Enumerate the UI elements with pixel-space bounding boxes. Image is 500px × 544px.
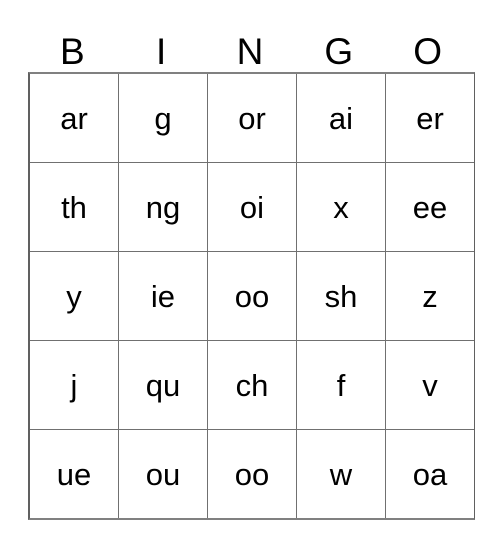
bingo-cell-r1c4[interactable]: ai [296,74,385,162]
bingo-cell-r4c4[interactable]: f [296,341,385,429]
table-row: th ng oi x ee [30,162,474,251]
table-row: ue ou oo w oa [30,429,474,518]
bingo-header-letter-b: B [60,31,85,72]
bingo-cell-r3c5[interactable]: z [385,252,474,340]
bingo-cell-r4c2[interactable]: qu [118,341,207,429]
bingo-header-letter-g: G [324,31,354,72]
bingo-header-letter-o: O [413,31,442,72]
bingo-cell-r2c5[interactable]: ee [385,163,474,251]
bingo-cell-r1c1[interactable]: ar [30,74,118,162]
table-row: j qu ch f v [30,340,474,429]
bingo-cell-r1c2[interactable]: g [118,74,207,162]
bingo-cell-r2c3[interactable]: oi [207,163,296,251]
bingo-cell-r3c3[interactable]: oo [207,252,296,340]
bingo-cell-r4c1[interactable]: j [30,341,118,429]
bingo-cell-r3c2[interactable]: ie [118,252,207,340]
bingo-cell-r3c1[interactable]: y [30,252,118,340]
bingo-cell-r5c2[interactable]: ou [118,430,207,518]
bingo-cell-r2c2[interactable]: ng [118,163,207,251]
bingo-grid: ar g or ai er th ng oi x ee y ie oo sh z… [28,72,475,520]
bingo-cell-r2c4[interactable]: x [296,163,385,251]
bingo-cell-r5c3[interactable]: oo [207,430,296,518]
bingo-cell-r1c3[interactable]: or [207,74,296,162]
bingo-cell-r2c1[interactable]: th [30,163,118,251]
bingo-cell-r4c5[interactable]: v [385,341,474,429]
bingo-cell-r5c4[interactable]: w [296,430,385,518]
table-row: ar g or ai er [30,74,474,162]
bingo-header-letter-i: I [156,31,167,72]
bingo-header-row: B I N G O [28,18,472,72]
bingo-cell-r1c5[interactable]: er [385,74,474,162]
bingo-cell-r5c5[interactable]: oa [385,430,474,518]
table-row: y ie oo sh z [30,251,474,340]
bingo-cell-r3c4[interactable]: sh [296,252,385,340]
bingo-header-letter-n: N [236,31,264,72]
bingo-cell-r4c3[interactable]: ch [207,341,296,429]
bingo-cell-r5c1[interactable]: ue [30,430,118,518]
bingo-card: B I N G O ar g or ai er th ng oi x ee y … [28,18,475,520]
